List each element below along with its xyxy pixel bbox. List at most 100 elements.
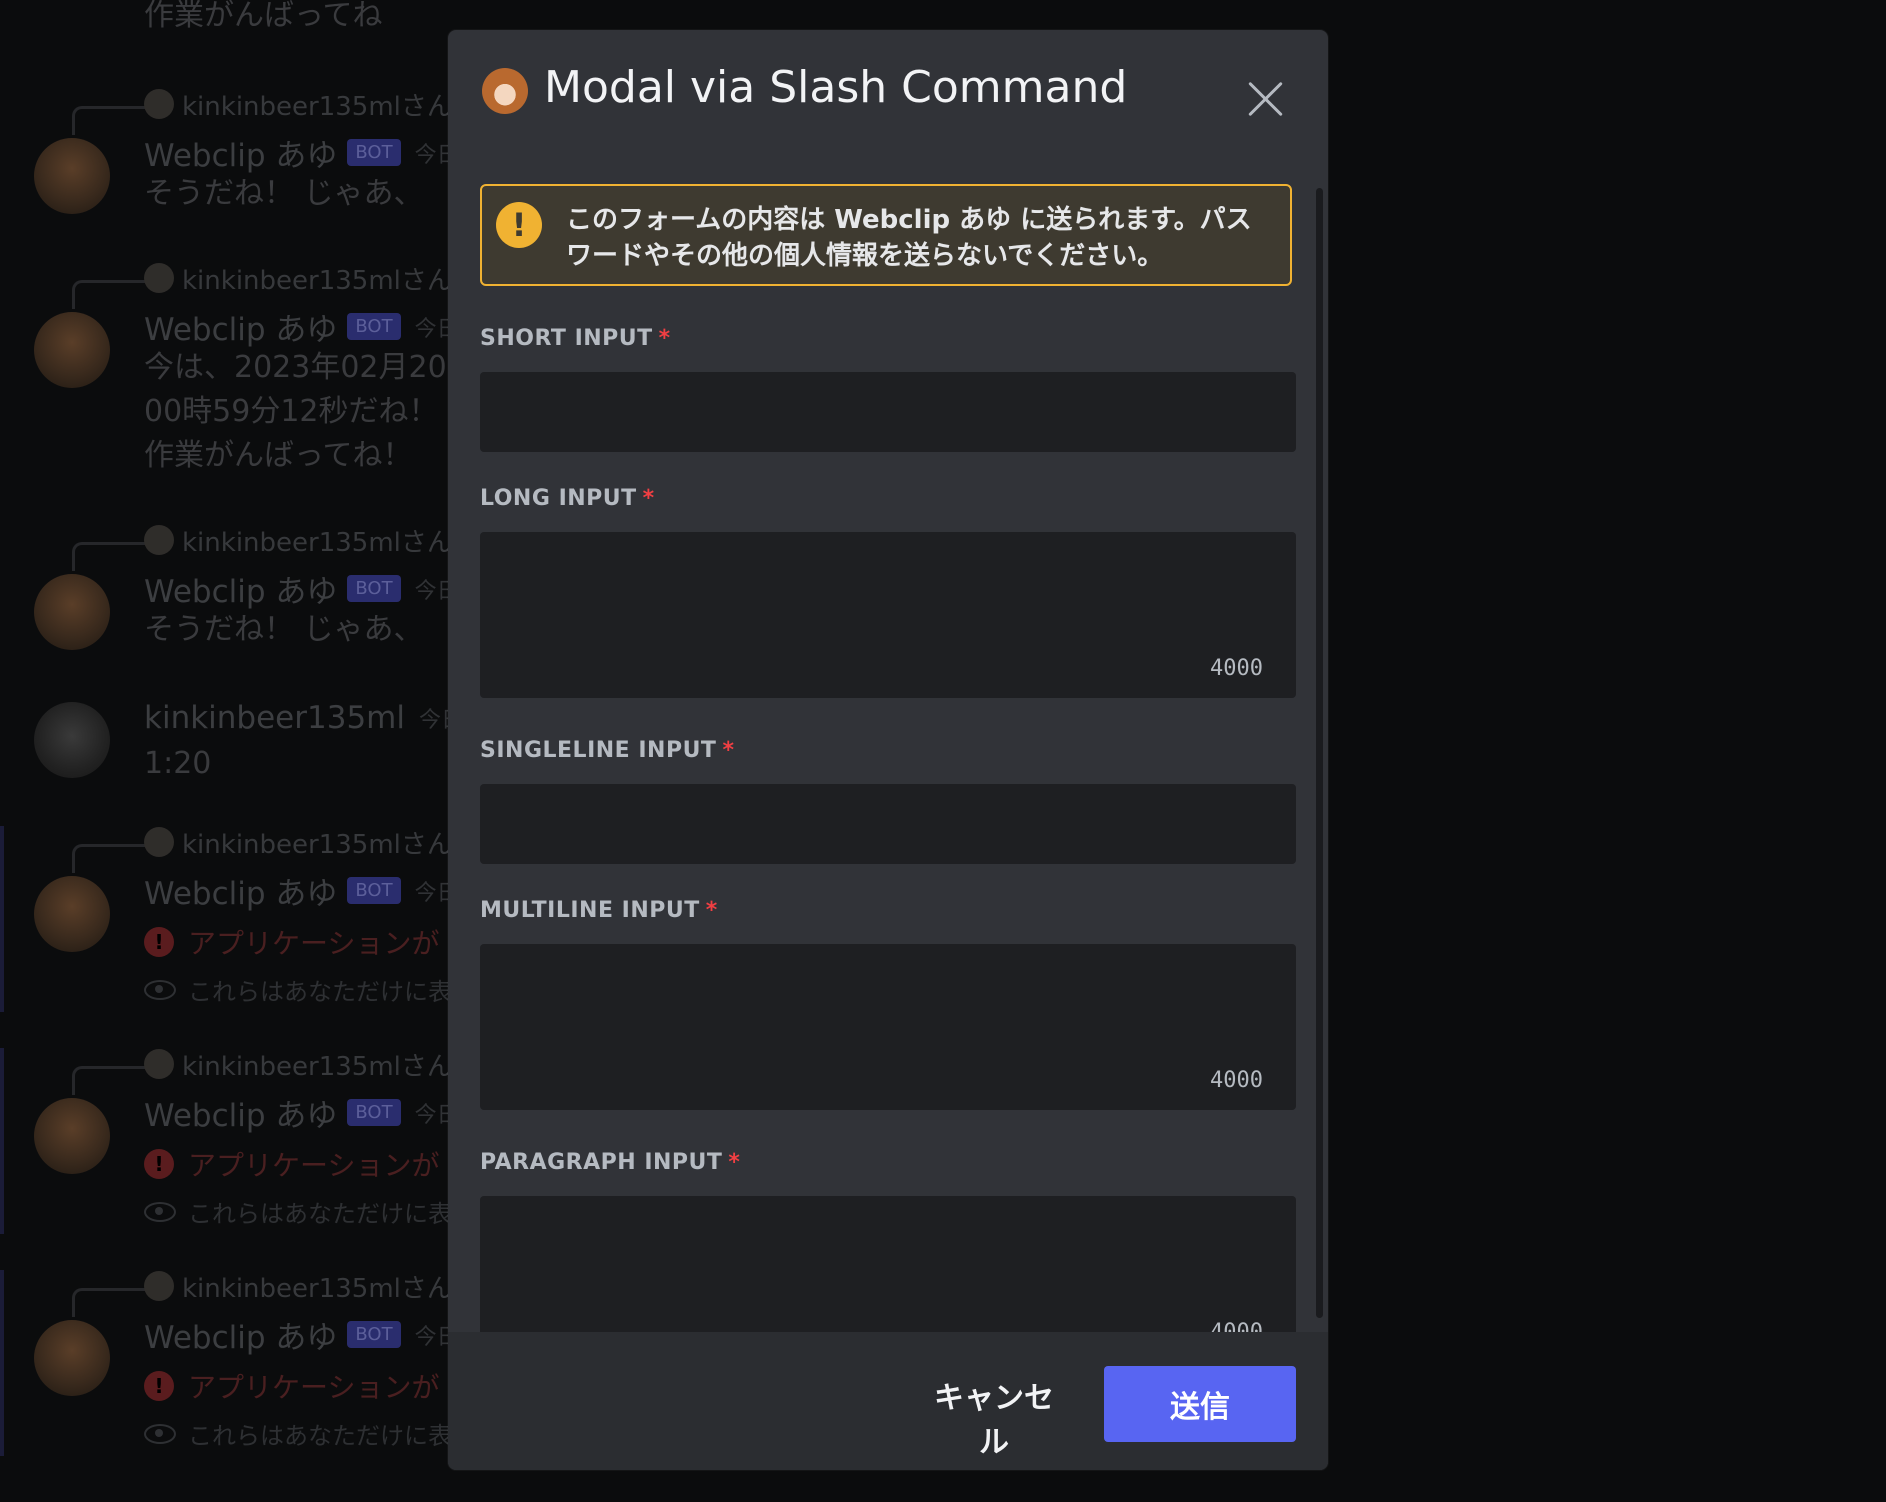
- reply-preview[interactable]: kinkinbeer135mlさん: [72, 88, 453, 122]
- error-icon: !: [144, 1149, 174, 1179]
- message-text: そうだね！ じゃあ、: [144, 176, 424, 211]
- close-icon[interactable]: [1244, 78, 1286, 120]
- long-input[interactable]: [480, 532, 1296, 698]
- field-label-text: LONG INPUT: [480, 486, 637, 511]
- message-item[interactable]: kinkinbeer135mlさん Webclip あゆ BOT 今日 ! アプリ…: [0, 1048, 460, 1234]
- avatar[interactable]: [34, 876, 110, 952]
- message-item[interactable]: kinkinbeer135mlさん Webclip あゆ BOT 今日 ! アプリ…: [0, 1270, 460, 1456]
- required-marker: *: [728, 1150, 741, 1175]
- avatar: [144, 263, 174, 293]
- cancel-button[interactable]: キャンセル: [914, 1372, 1074, 1460]
- avatar: [144, 525, 174, 555]
- error-icon: !: [144, 927, 174, 957]
- avatar: [144, 1271, 174, 1301]
- reply-preview[interactable]: kinkinbeer135mlさん: [72, 1048, 453, 1082]
- message-text: 作業がんばってね: [144, 0, 383, 33]
- avatar[interactable]: [34, 702, 110, 778]
- warning-icon: !: [496, 202, 542, 248]
- required-marker: *: [722, 738, 735, 763]
- required-marker: *: [658, 326, 671, 351]
- error-icon: !: [144, 1371, 174, 1401]
- ephemeral-text: これらはあなただけに表: [188, 978, 452, 1006]
- field-label-text: PARAGRAPH INPUT: [480, 1150, 723, 1175]
- bot-badge: BOT: [347, 575, 401, 602]
- username[interactable]: Webclip あゆ: [144, 130, 337, 175]
- message-header: Webclip あゆ BOT 今日: [144, 1312, 459, 1357]
- message-header: Webclip あゆ BOT 今日: [144, 566, 459, 611]
- modal-dialog: Modal via Slash Command ! このフォームの内容は Web…: [448, 30, 1328, 1470]
- message-item[interactable]: kinkinbeer135ml 今日 1:20: [0, 700, 463, 800]
- message-text: 今は、2023年02月20 00時59分12秒だね！ 作業がんばってね！: [144, 350, 447, 473]
- singleline-input[interactable]: [480, 784, 1296, 864]
- avatar: [144, 827, 174, 857]
- field-label-singleline-input: SINGLELINE INPUT *: [480, 738, 734, 763]
- required-marker: *: [705, 898, 718, 923]
- message-text: 1:20: [144, 746, 212, 781]
- username[interactable]: Webclip あゆ: [144, 304, 337, 349]
- avatar[interactable]: [34, 312, 110, 388]
- required-marker: *: [642, 486, 655, 511]
- message-header: Webclip あゆ BOT 今日: [144, 1090, 459, 1135]
- reply-preview[interactable]: kinkinbeer135mlさん: [72, 826, 453, 860]
- error-text: アプリケーションが: [188, 927, 440, 960]
- avatar[interactable]: [34, 138, 110, 214]
- reply-preview[interactable]: kinkinbeer135mlさん: [72, 524, 453, 558]
- warning-text: このフォームの内容は Webclip あゆ に送られます。パスワードやその他の個…: [566, 205, 1252, 271]
- eye-icon: [144, 1423, 176, 1444]
- field-label-multiline-input: MULTILINE INPUT *: [480, 898, 718, 923]
- message-header: Webclip あゆ BOT 今日: [144, 868, 459, 913]
- message-header: Webclip あゆ BOT 今日: [144, 304, 459, 349]
- paragraph-input[interactable]: [480, 1196, 1296, 1332]
- modal-footer: キャンセル 送信: [448, 1332, 1328, 1470]
- modal-title: Modal via Slash Command: [544, 62, 1128, 113]
- error-text: アプリケーションが: [188, 1371, 440, 1404]
- message-item[interactable]: kinkinbeer135mlさん Webclip あゆ BOT 今日 ! アプリ…: [0, 826, 460, 1012]
- reply-author: kinkinbeer135mlさん: [182, 527, 453, 558]
- field-label-paragraph-input: PARAGRAPH INPUT *: [480, 1150, 740, 1175]
- ephemeral-note: これらはあなただけに表: [144, 1194, 452, 1229]
- avatar: [144, 89, 174, 119]
- ephemeral-note: これらはあなただけに表: [144, 972, 452, 1007]
- reply-preview[interactable]: kinkinbeer135mlさん: [72, 262, 453, 296]
- reply-author: kinkinbeer135mlさん: [182, 265, 453, 296]
- username[interactable]: kinkinbeer135ml: [144, 700, 405, 736]
- reply-preview[interactable]: kinkinbeer135mlさん: [72, 1270, 453, 1304]
- app-avatar-icon: [482, 68, 528, 114]
- username[interactable]: Webclip あゆ: [144, 868, 337, 913]
- field-label-text: SINGLELINE INPUT: [480, 738, 717, 763]
- error-line: ! アプリケーションが: [144, 1144, 439, 1184]
- character-counter: 4000: [1210, 1068, 1263, 1093]
- bot-badge: BOT: [347, 1321, 401, 1348]
- ephemeral-text: これらはあなただけに表: [188, 1422, 452, 1450]
- reply-author: kinkinbeer135mlさん: [182, 829, 453, 860]
- message-item[interactable]: kinkinbeer135mlさん Webclip あゆ BOT 今日 そうだね…: [0, 88, 460, 228]
- avatar[interactable]: [34, 1098, 110, 1174]
- bot-badge: BOT: [347, 877, 401, 904]
- modal-header: Modal via Slash Command: [448, 30, 1328, 152]
- multiline-input[interactable]: [480, 944, 1296, 1110]
- username[interactable]: Webclip あゆ: [144, 1090, 337, 1135]
- character-counter: 4000: [1210, 1320, 1263, 1332]
- message-item[interactable]: kinkinbeer135mlさん Webclip あゆ BOT 今日 今は、2…: [0, 262, 460, 482]
- avatar[interactable]: [34, 1320, 110, 1396]
- submit-button[interactable]: 送信: [1104, 1366, 1296, 1442]
- username[interactable]: Webclip あゆ: [144, 566, 337, 611]
- message-header: Webclip あゆ BOT 今日: [144, 130, 459, 175]
- short-input[interactable]: [480, 372, 1296, 452]
- error-text: アプリケーションが: [188, 1149, 440, 1182]
- message-header: kinkinbeer135ml 今日: [144, 700, 463, 736]
- avatar[interactable]: [34, 574, 110, 650]
- scrollbar[interactable]: [1316, 188, 1323, 1318]
- message-item[interactable]: kinkinbeer135mlさん Webclip あゆ BOT 今日 そうだね…: [0, 524, 460, 664]
- error-line: ! アプリケーションが: [144, 922, 439, 962]
- field-label-short-input: SHORT INPUT *: [480, 326, 671, 351]
- error-line: ! アプリケーションが: [144, 1366, 439, 1406]
- eye-icon: [144, 979, 176, 1000]
- bot-badge: BOT: [347, 313, 401, 340]
- reply-author: kinkinbeer135mlさん: [182, 91, 453, 122]
- ephemeral-text: これらはあなただけに表: [188, 1200, 452, 1228]
- bot-badge: BOT: [347, 1099, 401, 1126]
- username[interactable]: Webclip あゆ: [144, 1312, 337, 1357]
- warning-banner: ! このフォームの内容は Webclip あゆ に送られます。パスワードやその他…: [480, 184, 1292, 286]
- bot-badge: BOT: [347, 139, 401, 166]
